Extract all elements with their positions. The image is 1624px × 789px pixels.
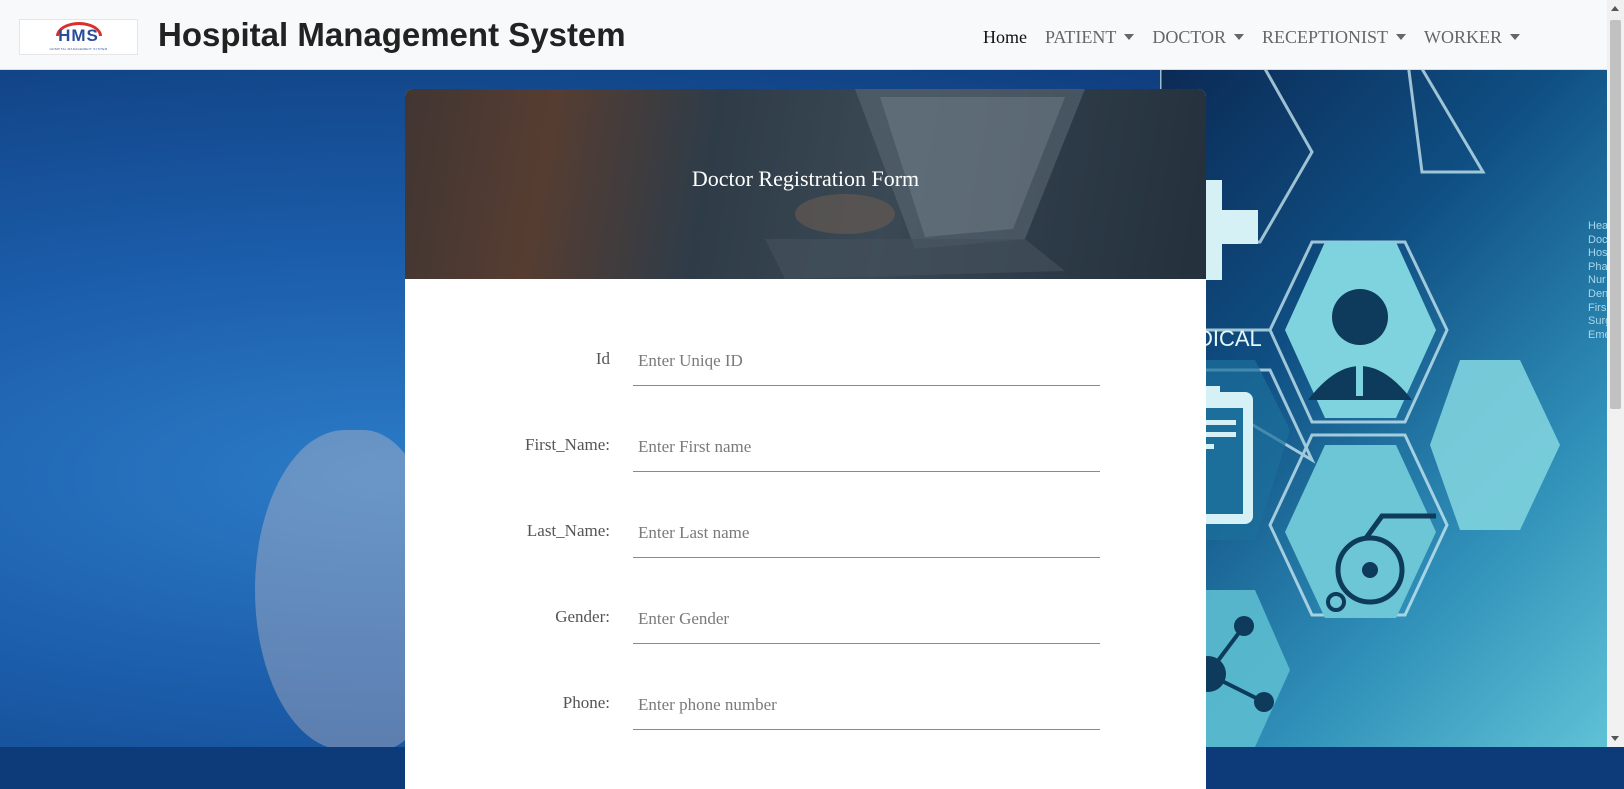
page-scrollbar[interactable] bbox=[1607, 0, 1624, 747]
form-row-first-name: First_Name: bbox=[405, 415, 1206, 501]
scroll-up-arrow-icon[interactable] bbox=[1611, 6, 1619, 11]
nav-patient-label: PATIENT bbox=[1045, 26, 1117, 47]
side-list-item: Den bbox=[1588, 287, 1607, 300]
side-list-item: Pha bbox=[1588, 260, 1607, 273]
phone-input[interactable] bbox=[633, 680, 1100, 730]
form-row-id: Id bbox=[405, 329, 1206, 415]
gender-label: Gender: bbox=[555, 607, 610, 626]
caret-down-icon bbox=[1396, 34, 1407, 40]
nav-worker-dropdown[interactable]: WORKER bbox=[1424, 24, 1521, 50]
navbar: HMS HOSPITAL MANAGEMENT SYSTEM Hospital … bbox=[0, 0, 1607, 70]
medical-hexagons-graphic: MEDICAL bbox=[1160, 70, 1560, 747]
side-list-item: Doc bbox=[1588, 233, 1607, 246]
nav-receptionist-label: RECEPTIONIST bbox=[1262, 26, 1389, 47]
side-list-item: Eme bbox=[1588, 328, 1607, 341]
side-list-item: Firs bbox=[1588, 301, 1607, 314]
caret-down-icon bbox=[1510, 34, 1521, 40]
form-row-phone: Phone: bbox=[405, 673, 1206, 759]
form-row-last-name: Last_Name: bbox=[405, 501, 1206, 587]
doctor-registration-form: Id First_Name: Last_Name: Gender: Phone: bbox=[405, 279, 1206, 759]
nav-home-label: Home bbox=[983, 26, 1027, 47]
id-input[interactable] bbox=[633, 336, 1100, 386]
side-list-item: Hea bbox=[1588, 220, 1607, 232]
caret-down-icon bbox=[1124, 34, 1135, 40]
card-header: Doctor Registration Form bbox=[405, 89, 1206, 279]
registration-card: Doctor Registration Form Id First_Name: … bbox=[405, 89, 1206, 789]
last-name-label: Last_Name: bbox=[526, 521, 610, 540]
caret-down-icon bbox=[1234, 34, 1245, 40]
first-name-input[interactable] bbox=[633, 422, 1100, 472]
logo-subtitle: HOSPITAL MANAGEMENT SYSTEM bbox=[49, 47, 108, 51]
phone-label: Phone: bbox=[562, 693, 610, 712]
nav-worker-label: WORKER bbox=[1424, 26, 1503, 47]
nav-doctor-label: DOCTOR bbox=[1152, 26, 1227, 47]
gender-input[interactable] bbox=[633, 594, 1100, 644]
hex-wheelchair bbox=[1285, 445, 1436, 618]
side-list-item: Surg bbox=[1588, 315, 1607, 328]
id-label: Id bbox=[595, 349, 610, 368]
logo-text: HMS bbox=[58, 26, 99, 45]
scrollbar-thumb[interactable] bbox=[1610, 20, 1621, 409]
nav-doctor-dropdown[interactable]: DOCTOR bbox=[1152, 24, 1245, 50]
first-name-label: First_Name: bbox=[525, 435, 610, 454]
scroll-down-arrow-icon[interactable] bbox=[1611, 736, 1619, 741]
nav-receptionist-dropdown[interactable]: RECEPTIONIST bbox=[1262, 24, 1407, 50]
last-name-input[interactable] bbox=[633, 508, 1100, 558]
brand-title[interactable]: Hospital Management System bbox=[158, 16, 626, 54]
form-row-gender: Gender: bbox=[405, 587, 1206, 673]
nav-home[interactable]: Home bbox=[983, 24, 1027, 50]
background-side-list: Hea Doc Hos Pha Nur Den Firs Surg Eme bbox=[1588, 220, 1607, 342]
side-list-item: Nur bbox=[1588, 274, 1606, 287]
form-title: Doctor Registration Form bbox=[691, 166, 920, 191]
hms-logo[interactable]: HMS HOSPITAL MANAGEMENT SYSTEM bbox=[19, 19, 138, 55]
side-list-item: Hos bbox=[1588, 247, 1607, 260]
nav-patient-dropdown[interactable]: PATIENT bbox=[1045, 24, 1135, 50]
nav-menu: Home PATIENT DOCTOR RECEPTIONIST WORKER bbox=[983, 24, 1538, 50]
